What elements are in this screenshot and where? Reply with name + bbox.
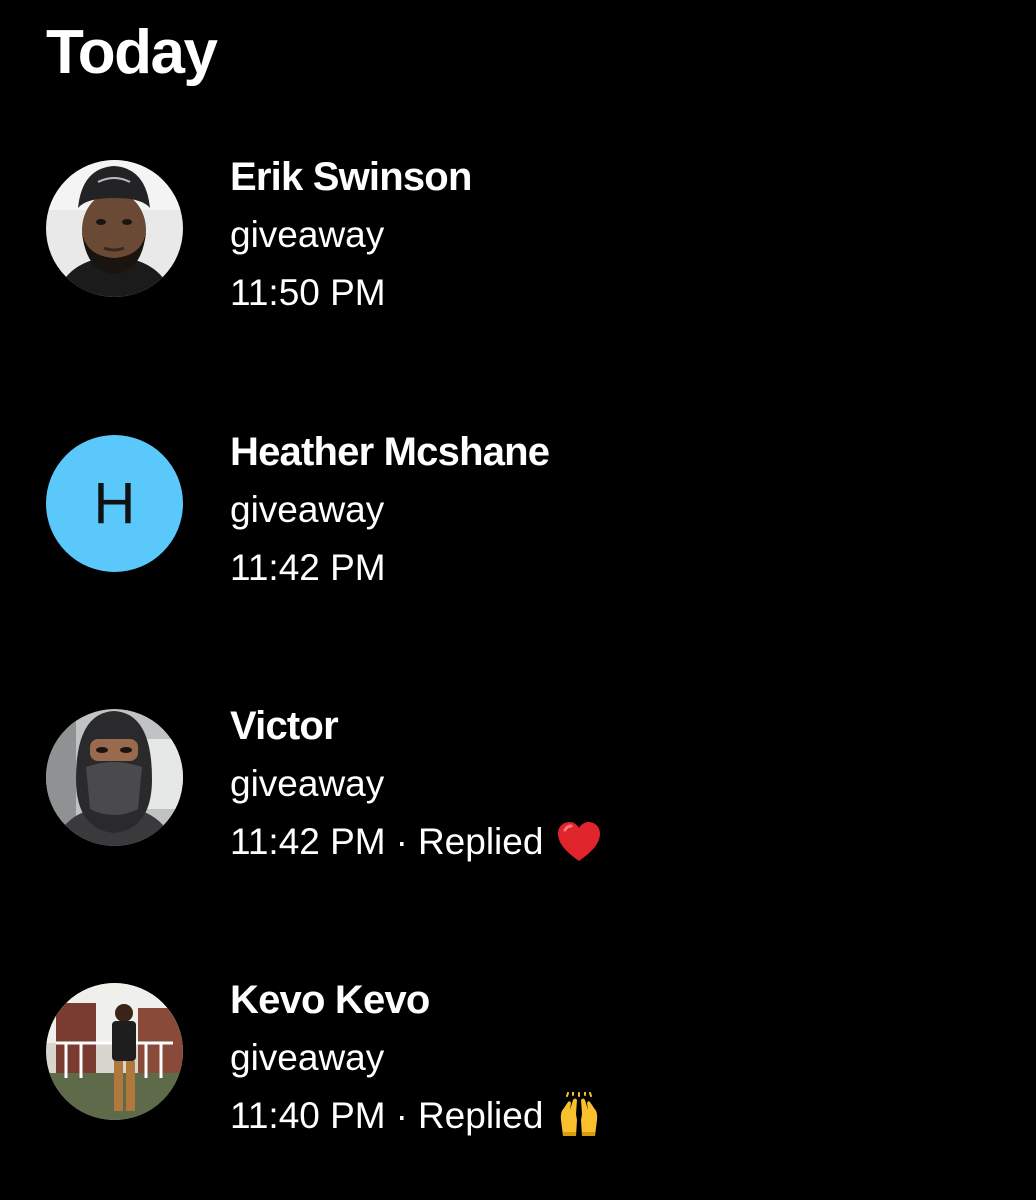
message-time: 11:42 PM — [230, 821, 386, 862]
avatar-initial-letter: H — [93, 471, 136, 536]
meta-separator: · — [395, 821, 408, 862]
message-time: 11:40 PM — [230, 1095, 386, 1136]
avatar[interactable] — [46, 160, 183, 297]
avatar-photo — [46, 709, 183, 846]
meta-separator: · — [395, 1095, 408, 1136]
message-row[interactable]: Victor giveaway 11:42 PM · Replied — [0, 704, 1036, 909]
message-row[interactable]: Kevo Kevo giveaway 11:40 PM · Replied — [0, 978, 1036, 1183]
avatar-initial[interactable]: H — [46, 435, 183, 572]
avatar-photo — [46, 983, 183, 1120]
sender-name: Heather Mcshane — [230, 430, 550, 474]
message-preview: giveaway — [230, 763, 385, 804]
avatar[interactable] — [46, 983, 183, 1120]
message-meta: 11:50 PM — [230, 264, 472, 322]
message-preview: giveaway — [230, 214, 385, 255]
message-meta: 11:42 PM — [230, 539, 549, 597]
message-preview: giveaway — [230, 489, 385, 530]
message-meta: 11:42 PM · Replied — [230, 813, 603, 871]
avatar-photo — [46, 160, 183, 297]
section-title: Today — [46, 18, 218, 87]
message-row[interactable]: H Heather Mcshane giveaway 11:42 PM — [0, 430, 1036, 635]
sender-name: Kevo Kevo — [230, 978, 430, 1022]
raising-hands-icon — [555, 1092, 603, 1140]
sender-name: Erik Swinson — [230, 155, 472, 199]
replied-label: Replied — [417, 1095, 544, 1136]
message-time: 11:50 PM — [230, 272, 386, 313]
message-row[interactable]: Erik Swinson giveaway 11:50 PM — [0, 155, 1036, 360]
sender-name: Victor — [230, 704, 339, 748]
message-preview: giveaway — [230, 1037, 385, 1078]
message-time: 11:42 PM — [230, 547, 386, 588]
message-meta: 11:40 PM · Replied — [230, 1087, 603, 1145]
red-heart-icon — [555, 818, 603, 866]
replied-label: Replied — [417, 821, 544, 862]
avatar[interactable] — [46, 709, 183, 846]
